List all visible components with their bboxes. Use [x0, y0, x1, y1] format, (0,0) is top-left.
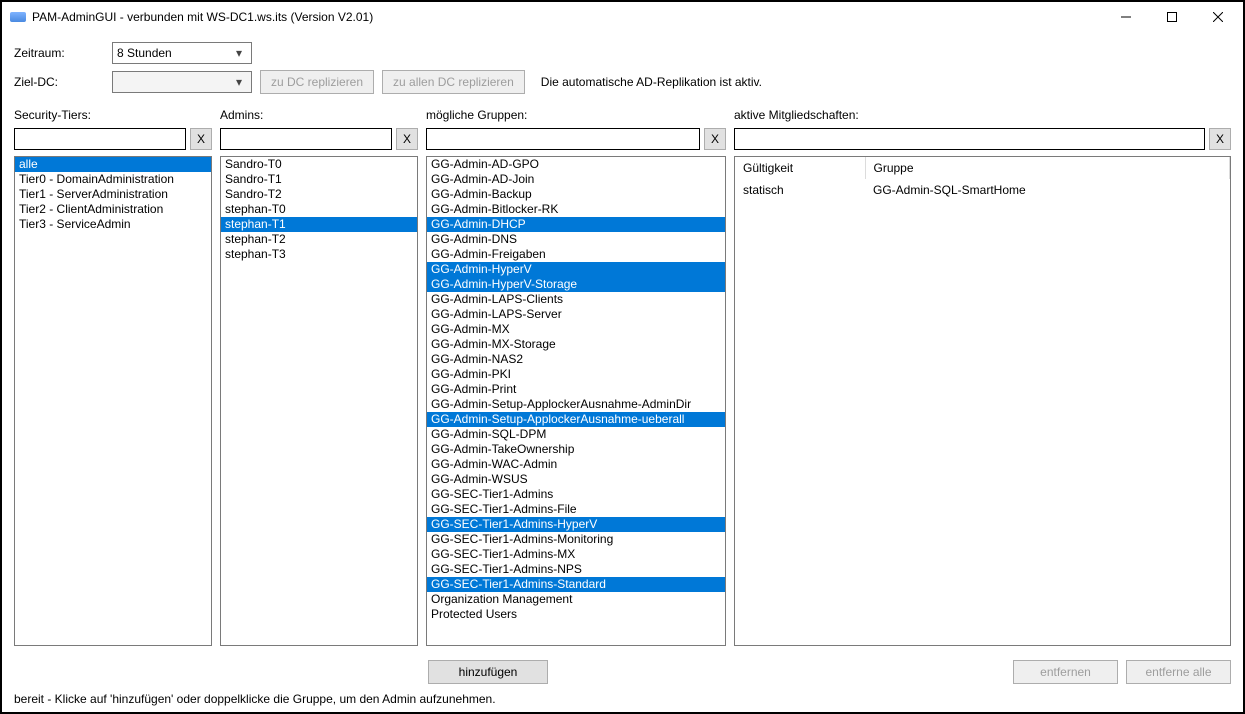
filter-admins-input[interactable] [220, 128, 392, 150]
tier-item[interactable]: Tier0 - DomainAdministration [15, 172, 211, 187]
group-item[interactable]: GG-Admin-WSUS [427, 472, 725, 487]
titlebar: PAM-AdminGUI - verbunden mit WS-DC1.ws.i… [2, 2, 1243, 32]
replication-info: Die automatische AD-Replikation ist akti… [541, 75, 762, 89]
group-item[interactable]: GG-Admin-LAPS-Server [427, 307, 725, 322]
group-item[interactable]: GG-Admin-MX-Storage [427, 337, 725, 352]
admin-item[interactable]: Sandro-T1 [221, 172, 417, 187]
tiers-listbox[interactable]: alleTier0 - DomainAdministrationTier1 - … [14, 156, 212, 646]
header-tiers: Security-Tiers: [14, 108, 212, 122]
group-item[interactable]: GG-Admin-HyperV-Storage [427, 277, 725, 292]
group-item[interactable]: GG-SEC-Tier1-Admins-File [427, 502, 725, 517]
col-validity[interactable]: Gültigkeit [735, 157, 865, 179]
filter-groups-input[interactable] [426, 128, 700, 150]
tier-item[interactable]: Tier2 - ClientAdministration [15, 202, 211, 217]
admin-item[interactable]: stephan-T2 [221, 232, 417, 247]
group-item[interactable]: GG-Admin-AD-GPO [427, 157, 725, 172]
membership-validity: statisch [735, 179, 865, 201]
remove-button[interactable]: entfernen [1013, 660, 1118, 684]
col-group[interactable]: Gruppe [865, 157, 1230, 179]
group-item[interactable]: GG-Admin-MX [427, 322, 725, 337]
group-item[interactable]: GG-Admin-NAS2 [427, 352, 725, 367]
clear-filter-admins-button[interactable]: X [396, 128, 418, 150]
admin-item[interactable]: stephan-T1 [221, 217, 417, 232]
maximize-button[interactable] [1149, 2, 1195, 32]
chevron-down-icon: ▾ [231, 46, 247, 60]
header-memberships: aktive Mitgliedschaften: [734, 108, 1231, 122]
clear-filter-memberships-button[interactable]: X [1209, 128, 1231, 150]
group-item[interactable]: GG-Admin-Print [427, 382, 725, 397]
add-button[interactable]: hinzufügen [428, 660, 548, 684]
zieldc-label: Ziel-DC: [14, 75, 104, 89]
close-button[interactable] [1195, 2, 1241, 32]
group-item[interactable]: Organization Management [427, 592, 725, 607]
group-item[interactable]: GG-Admin-Bitlocker-RK [427, 202, 725, 217]
admin-item[interactable]: Sandro-T0 [221, 157, 417, 172]
group-item[interactable]: GG-SEC-Tier1-Admins-NPS [427, 562, 725, 577]
header-admins: Admins: [220, 108, 418, 122]
replicate-all-dc-button[interactable]: zu allen DC replizieren [382, 70, 525, 94]
zeitraum-select[interactable]: 8 Stunden ▾ [112, 42, 252, 64]
clear-filter-groups-button[interactable]: X [704, 128, 726, 150]
filter-tiers-input[interactable] [14, 128, 186, 150]
tier-item[interactable]: alle [15, 157, 211, 172]
group-item[interactable]: GG-SEC-Tier1-Admins-MX [427, 547, 725, 562]
tier-item[interactable]: Tier1 - ServerAdministration [15, 187, 211, 202]
group-item[interactable]: GG-Admin-Setup-ApplockerAusnahme-AdminDi… [427, 397, 725, 412]
membership-group: GG-Admin-SQL-SmartHome [865, 179, 1230, 201]
group-item[interactable]: GG-Admin-Freigaben [427, 247, 725, 262]
zeitraum-value: 8 Stunden [117, 46, 231, 60]
group-item[interactable]: GG-Admin-DNS [427, 232, 725, 247]
window-title: PAM-AdminGUI - verbunden mit WS-DC1.ws.i… [32, 10, 1103, 24]
status-bar: bereit - Klicke auf 'hinzufügen' oder do… [2, 684, 1243, 712]
tier-item[interactable]: Tier3 - ServiceAdmin [15, 217, 211, 232]
group-item[interactable]: GG-Admin-SQL-DPM [427, 427, 725, 442]
group-item[interactable]: GG-Admin-PKI [427, 367, 725, 382]
replicate-dc-button[interactable]: zu DC replizieren [260, 70, 374, 94]
header-groups: mögliche Gruppen: [426, 108, 726, 122]
group-item[interactable]: GG-Admin-AD-Join [427, 172, 725, 187]
group-item[interactable]: GG-SEC-Tier1-Admins-Standard [427, 577, 725, 592]
membership-row[interactable]: statischGG-Admin-SQL-SmartHome [735, 179, 1230, 201]
minimize-button[interactable] [1103, 2, 1149, 32]
chevron-down-icon: ▾ [231, 75, 247, 89]
zieldc-select[interactable]: ▾ [112, 71, 252, 93]
groups-listbox[interactable]: GG-Admin-AD-GPOGG-Admin-AD-JoinGG-Admin-… [426, 156, 726, 646]
remove-all-button[interactable]: entferne alle [1126, 660, 1231, 684]
group-item[interactable]: GG-Admin-WAC-Admin [427, 457, 725, 472]
group-item[interactable]: GG-Admin-Setup-ApplockerAusnahme-ueberal… [427, 412, 725, 427]
group-item[interactable]: GG-Admin-Backup [427, 187, 725, 202]
admin-item[interactable]: stephan-T0 [221, 202, 417, 217]
admins-listbox[interactable]: Sandro-T0Sandro-T1Sandro-T2stephan-T0ste… [220, 156, 418, 646]
group-item[interactable]: GG-Admin-TakeOwnership [427, 442, 725, 457]
admin-item[interactable]: Sandro-T2 [221, 187, 417, 202]
group-item[interactable]: GG-SEC-Tier1-Admins [427, 487, 725, 502]
group-item[interactable]: GG-Admin-LAPS-Clients [427, 292, 725, 307]
group-item[interactable]: GG-Admin-DHCP [427, 217, 725, 232]
zeitraum-label: Zeitraum: [14, 46, 104, 60]
app-icon [10, 12, 26, 22]
group-item[interactable]: GG-SEC-Tier1-Admins-HyperV [427, 517, 725, 532]
group-item[interactable]: GG-SEC-Tier1-Admins-Monitoring [427, 532, 725, 547]
admin-item[interactable]: stephan-T3 [221, 247, 417, 262]
clear-filter-tiers-button[interactable]: X [190, 128, 212, 150]
filter-memberships-input[interactable] [734, 128, 1205, 150]
group-item[interactable]: GG-Admin-HyperV [427, 262, 725, 277]
memberships-table[interactable]: Gültigkeit Gruppe statischGG-Admin-SQL-S… [734, 156, 1231, 646]
group-item[interactable]: Protected Users [427, 607, 725, 622]
